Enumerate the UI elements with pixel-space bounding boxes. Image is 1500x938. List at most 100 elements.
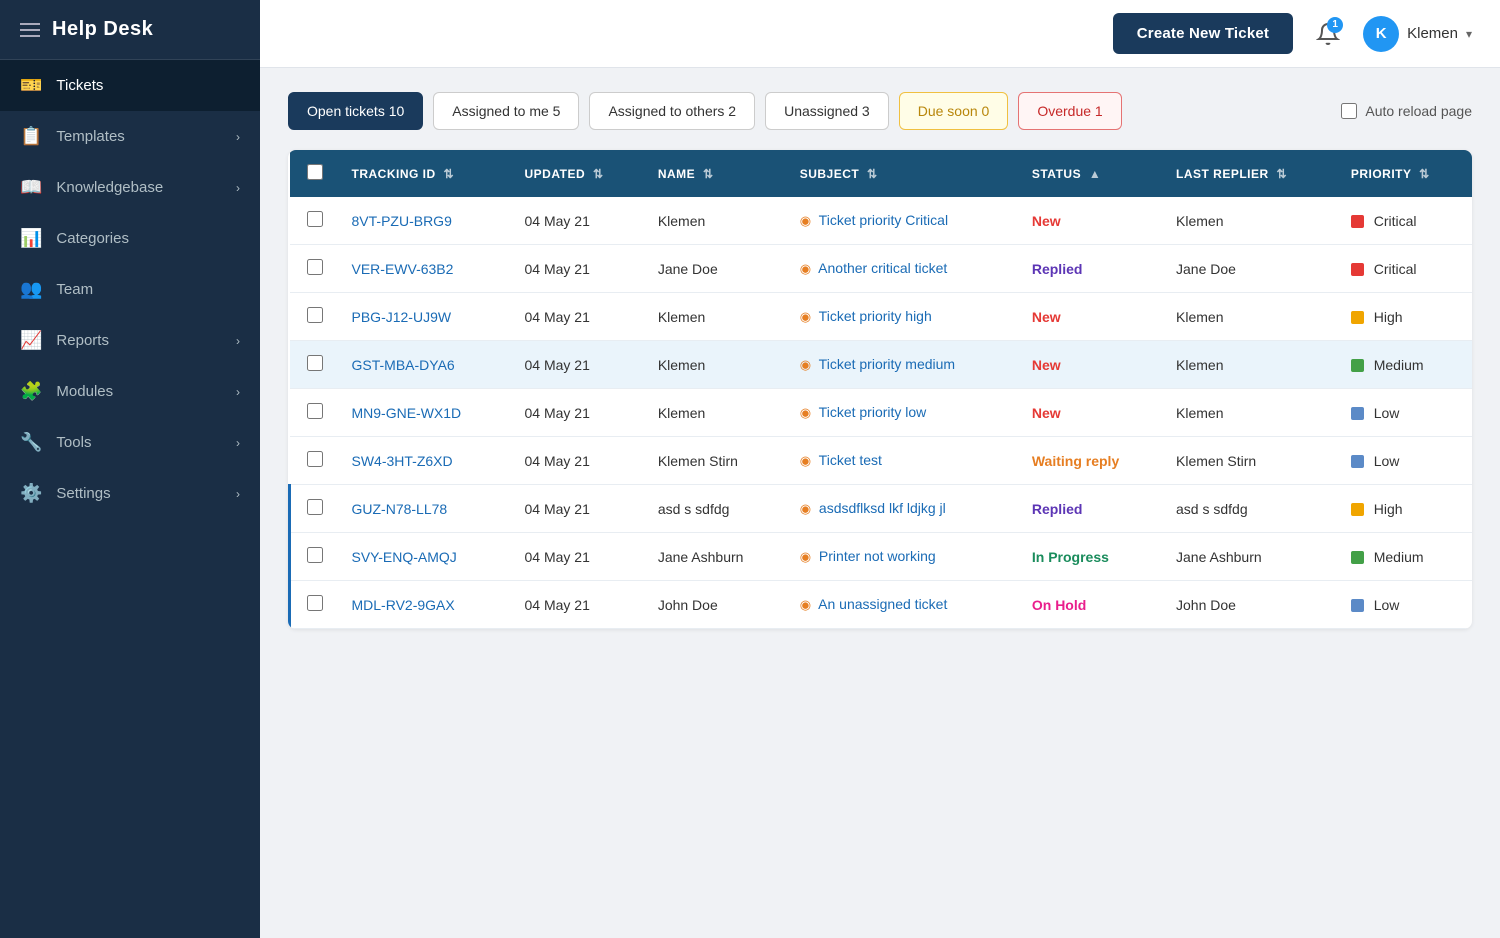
priority-cell: Low (1339, 389, 1472, 437)
sidebar-item-tools[interactable]: 🔧 Tools › (0, 417, 260, 468)
last-replier-cell: Klemen (1164, 389, 1339, 437)
row-select[interactable] (290, 245, 340, 293)
updated-cell: 04 May 21 (513, 245, 646, 293)
priority-dot (1351, 215, 1364, 228)
name-cell: Klemen (646, 389, 788, 437)
row-select[interactable] (290, 197, 340, 245)
priority-label: Critical (1374, 213, 1417, 229)
row-select[interactable] (290, 437, 340, 485)
table-row: GUZ-N78-LL78 04 May 21 asd s sdfdg ◉ asd… (290, 485, 1473, 533)
arrow-icon: › (236, 436, 240, 450)
sidebar-item-knowledgebase[interactable]: 📖 Knowledgebase › (0, 162, 260, 213)
priority-dot (1351, 311, 1364, 324)
subject-link[interactable]: Ticket priority high (819, 308, 932, 324)
person-icon: ◉ (800, 549, 811, 564)
row-checkbox[interactable] (307, 595, 323, 611)
sidebar-item-categories[interactable]: 📊 Categories (0, 213, 260, 264)
notification-icon[interactable]: 1 (1309, 15, 1347, 53)
topbar: Create New Ticket 1 K Klemen ▾ (260, 0, 1500, 68)
row-select[interactable] (290, 533, 340, 581)
priority-label: High (1374, 501, 1403, 517)
subject-header[interactable]: SUBJECT ⇅ (788, 150, 1020, 197)
row-checkbox[interactable] (307, 499, 323, 515)
subject-cell: ◉ Ticket priority medium (788, 341, 1020, 389)
priority-label: Medium (1374, 549, 1424, 565)
subject-link[interactable]: An unassigned ticket (818, 596, 947, 612)
name-cell: Klemen (646, 293, 788, 341)
subject-link[interactable]: Printer not working (819, 548, 936, 564)
select-all-checkbox[interactable] (307, 164, 323, 180)
name-header[interactable]: NAME ⇅ (646, 150, 788, 197)
tracking-id-link[interactable]: MN9-GNE-WX1D (352, 405, 462, 421)
row-select[interactable] (290, 485, 340, 533)
auto-reload-checkbox[interactable] (1341, 103, 1357, 119)
user-menu[interactable]: K Klemen ▾ (1363, 16, 1472, 52)
row-select[interactable] (290, 581, 340, 629)
updated-header[interactable]: UPDATED ⇅ (513, 150, 646, 197)
row-checkbox[interactable] (307, 547, 323, 563)
subject-cell: ◉ Ticket test (788, 437, 1020, 485)
user-name: Klemen (1407, 25, 1458, 42)
sidebar-item-tickets[interactable]: 🎫 Tickets (0, 60, 260, 111)
row-checkbox[interactable] (307, 211, 323, 227)
table-body: 8VT-PZU-BRG9 04 May 21 Klemen ◉ Ticket p… (290, 197, 1473, 629)
arrow-icon: › (236, 385, 240, 399)
table-row: GST-MBA-DYA6 04 May 21 Klemen ◉ Ticket p… (290, 341, 1473, 389)
content-area: Open tickets 10 Assigned to me 5 Assigned … (260, 68, 1500, 938)
status-header[interactable]: STATUS ▲ (1020, 150, 1164, 197)
tracking-id-header[interactable]: TRACKING ID ⇅ (340, 150, 513, 197)
last-replier-header[interactable]: LAST REPLIER ⇅ (1164, 150, 1339, 197)
tracking-id-link[interactable]: SVY-ENQ-AMQJ (352, 549, 457, 565)
tracking-id-link[interactable]: PBG-J12-UJ9W (352, 309, 452, 325)
sidebar: Help Desk 🎫 Tickets 📋 Templates › 📖 Know… (0, 0, 260, 938)
subject-link[interactable]: Ticket test (819, 452, 882, 468)
priority-dot (1351, 407, 1364, 420)
auto-reload-label: Auto reload page (1365, 103, 1472, 119)
tracking-id-link[interactable]: VER-EWV-63B2 (352, 261, 454, 277)
row-checkbox[interactable] (307, 451, 323, 467)
filter-tab-assigned-me[interactable]: Assigned to me 5 (433, 92, 579, 130)
row-checkbox[interactable] (307, 403, 323, 419)
sidebar-item-modules[interactable]: 🧩 Modules › (0, 366, 260, 417)
person-icon: ◉ (800, 501, 811, 516)
priority-header[interactable]: PRIORITY ⇅ (1339, 150, 1472, 197)
subject-link[interactable]: Another critical ticket (818, 260, 947, 276)
sidebar-item-templates[interactable]: 📋 Templates › (0, 111, 260, 162)
table-row: 8VT-PZU-BRG9 04 May 21 Klemen ◉ Ticket p… (290, 197, 1473, 245)
filter-tab-due-soon[interactable]: Due soon 0 (899, 92, 1009, 130)
priority-dot (1351, 455, 1364, 468)
select-all-header[interactable] (290, 150, 340, 197)
tracking-id-link[interactable]: 8VT-PZU-BRG9 (352, 213, 452, 229)
tracking-id-link[interactable]: GST-MBA-DYA6 (352, 357, 455, 373)
priority-cell: Critical (1339, 245, 1472, 293)
filter-tab-overdue[interactable]: Overdue 1 (1018, 92, 1121, 130)
row-select[interactable] (290, 341, 340, 389)
tracking-id-link[interactable]: GUZ-N78-LL78 (352, 501, 448, 517)
create-new-ticket-button[interactable]: Create New Ticket (1113, 13, 1293, 54)
row-select[interactable] (290, 293, 340, 341)
hamburger-icon[interactable] (20, 23, 40, 37)
tracking-id-cell: SW4-3HT-Z6XD (340, 437, 513, 485)
subject-link[interactable]: Ticket priority medium (819, 356, 955, 372)
tracking-id-cell: VER-EWV-63B2 (340, 245, 513, 293)
subject-link[interactable]: asdsdflksd lkf ldjkg jl (819, 500, 946, 516)
auto-reload-control[interactable]: Auto reload page (1341, 103, 1472, 119)
tracking-id-link[interactable]: SW4-3HT-Z6XD (352, 453, 453, 469)
row-checkbox[interactable] (307, 355, 323, 371)
filter-tab-unassigned[interactable]: Unassigned 3 (765, 92, 889, 130)
sidebar-item-reports[interactable]: 📈 Reports › (0, 315, 260, 366)
subject-link[interactable]: Ticket priority low (819, 404, 927, 420)
status-badge: New (1032, 213, 1061, 229)
table-row: SVY-ENQ-AMQJ 04 May 21 Jane Ashburn ◉ Pr… (290, 533, 1473, 581)
row-checkbox[interactable] (307, 259, 323, 275)
sidebar-item-team[interactable]: 👥 Team (0, 264, 260, 315)
row-select[interactable] (290, 389, 340, 437)
tracking-id-link[interactable]: MDL-RV2-9GAX (352, 597, 455, 613)
last-replier-cell: asd s sdfdg (1164, 485, 1339, 533)
filter-tab-open[interactable]: Open tickets 10 (288, 92, 423, 130)
subject-link[interactable]: Ticket priority Critical (819, 212, 948, 228)
filter-tab-assigned-others[interactable]: Assigned to others 2 (589, 92, 755, 130)
last-replier-cell: Jane Ashburn (1164, 533, 1339, 581)
sidebar-item-settings[interactable]: ⚙️ Settings › (0, 468, 260, 519)
row-checkbox[interactable] (307, 307, 323, 323)
